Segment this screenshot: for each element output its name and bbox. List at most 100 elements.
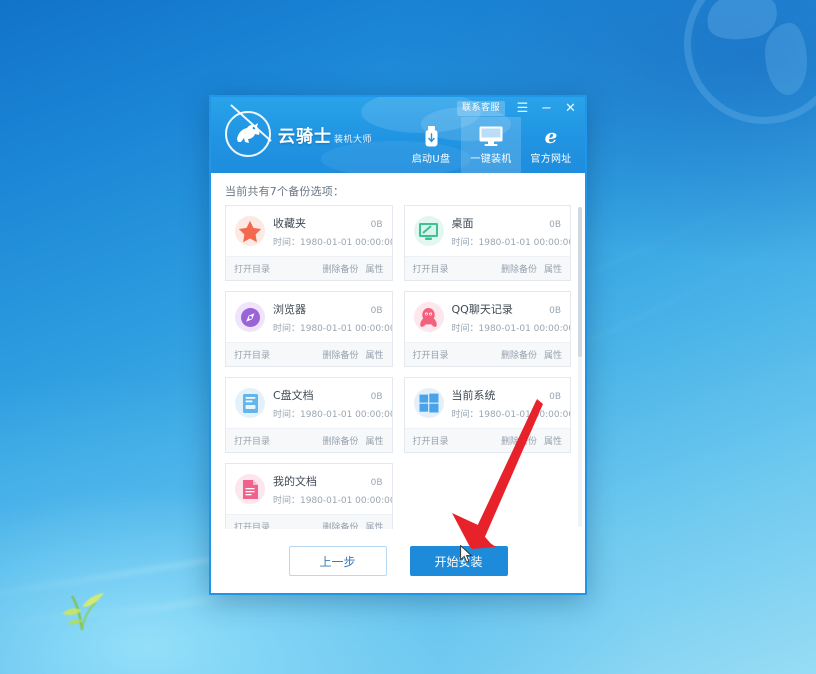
delete-backup-link[interactable]: 删除备份 <box>322 348 358 361</box>
backup-card-time: 时间：1980-01-01 00:00:00 <box>273 237 393 248</box>
backup-card-time: 时间：1980-01-01 00:00:00 <box>451 323 571 334</box>
star-favorites-icon <box>235 216 265 246</box>
nav-label: 启动U盘 <box>411 154 451 165</box>
backup-card-heading: 桌面 0B <box>452 215 562 231</box>
brand-logo: 云骑士 装机大师 <box>225 111 372 157</box>
backup-card-body: 我的文档 0B 时间：1980-01-01 00:00:00 <box>226 464 392 514</box>
backup-card-size: 0B <box>549 391 561 402</box>
brand-subtitle: 装机大师 <box>334 134 373 145</box>
delete-backup-link[interactable]: 删除备份 <box>322 262 358 275</box>
start-install-button[interactable]: 开始安装 <box>409 546 508 576</box>
open-directory-link[interactable]: 打开目录 <box>234 434 270 447</box>
grass-tuft-icon <box>62 593 104 631</box>
backup-card[interactable]: 当前系统 0B 时间：1980-01-01 00:00:00 打开目录 删除备份 属性 <box>403 377 571 453</box>
backup-card-size: 0B <box>549 305 561 316</box>
open-directory-link[interactable]: 打开目录 <box>413 262 449 275</box>
backup-card-title: 浏览器 <box>273 302 306 316</box>
internet-explorer-icon: e <box>540 125 562 147</box>
close-icon[interactable]: ✕ <box>564 102 577 115</box>
backup-card-info: 当前系统 0B 时间：1980-01-01 00:00:00 <box>451 387 571 420</box>
backup-card[interactable]: 收藏夹 0B 时间：1980-01-01 00:00:00 打开目录 删除备份 属性 <box>225 205 393 281</box>
backup-card-actions: 打开目录 删除备份 属性 <box>226 428 392 452</box>
backup-card-heading: QQ聊天记录 0B <box>452 301 562 317</box>
backup-cards-grid: 收藏夹 0B 时间：1980-01-01 00:00:00 打开目录 删除备份 属性 桌面 0… <box>225 205 571 529</box>
backup-card[interactable]: QQ聊天记录 0B 时间：1980-01-01 00:00:00 打开目录 删除备份 属性 <box>403 291 571 367</box>
backup-card-size: 0B <box>370 305 383 316</box>
backup-card-actions: 打开目录 删除备份 属性 <box>404 256 570 280</box>
delete-backup-link[interactable]: 删除备份 <box>501 348 537 361</box>
backup-card-body: 当前系统 0B 时间：1980-01-01 00:00:00 <box>405 378 571 428</box>
delete-backup-link[interactable]: 删除备份 <box>501 434 537 447</box>
delete-backup-link[interactable]: 删除备份 <box>322 434 358 447</box>
backup-card-heading: 当前系统 0B <box>452 387 562 403</box>
open-directory-link[interactable]: 打开目录 <box>234 262 270 275</box>
minimize-icon[interactable]: − <box>540 102 553 115</box>
backup-card-actions: 打开目录 删除备份 属性 <box>226 514 392 529</box>
brand-name: 云骑士 <box>278 126 332 147</box>
backup-card-size: 0B <box>370 219 383 230</box>
brand-text: 云骑士 装机大师 <box>278 122 372 147</box>
nav-item-official-website[interactable]: e 官方网址 <box>521 117 581 173</box>
nav-item-boot-usb[interactable]: 启动U盘 <box>401 117 461 173</box>
yunqishi-installer-window: 联系客服 ☰ − ✕ 云骑士 装机大师 启动U盘 一键装机 e 官方网址 当前共… <box>209 95 587 595</box>
backup-card-actions: 打开目录 删除备份 属性 <box>404 428 570 452</box>
properties-link[interactable]: 属性 <box>365 348 383 361</box>
properties-link[interactable]: 属性 <box>365 520 383 529</box>
backup-card-body: C盘文档 0B 时间：1980-01-01 00:00:00 <box>226 378 392 428</box>
backup-card-heading: 我的文档 0B <box>273 473 383 489</box>
backup-card-size: 0B <box>549 219 561 230</box>
backup-card-body: 浏览器 0B 时间：1980-01-01 00:00:00 <box>226 292 392 342</box>
contact-service-button[interactable]: 联系客服 <box>456 101 505 116</box>
backup-card-time: 时间：1980-01-01 00:00:00 <box>451 409 571 420</box>
open-directory-link[interactable]: 打开目录 <box>234 520 270 529</box>
backup-card-time: 时间：1980-01-01 00:00:00 <box>273 495 393 506</box>
scrollbar-thumb[interactable] <box>578 207 582 357</box>
desktop-monitor-icon <box>413 216 444 246</box>
open-directory-link[interactable]: 打开目录 <box>413 348 449 361</box>
backup-card[interactable]: 我的文档 0B 时间：1980-01-01 00:00:00 打开目录 删除备份 属性 <box>225 463 393 529</box>
open-directory-link[interactable]: 打开目录 <box>413 434 449 447</box>
scrollbar-track[interactable] <box>578 207 582 527</box>
browser-compass-icon <box>235 302 265 332</box>
backup-card-time: 时间：1980-01-01 00:00:00 <box>451 237 571 248</box>
backup-cards-scroll-area[interactable]: 收藏夹 0B 时间：1980-01-01 00:00:00 打开目录 删除备份 属性 桌面 0… <box>211 205 585 529</box>
backup-card-info: 收藏夹 0B 时间：1980-01-01 00:00:00 <box>273 215 393 248</box>
backup-card-actions: 打开目录 删除备份 属性 <box>404 342 570 366</box>
windows-logo-icon <box>413 388 444 418</box>
delete-backup-link[interactable]: 删除备份 <box>322 520 358 529</box>
backup-card-info: QQ聊天记录 0B 时间：1980-01-01 00:00:00 <box>451 301 571 334</box>
backup-card-info: 桌面 0B 时间：1980-01-01 00:00:00 <box>451 215 571 248</box>
backup-summary-text: 当前共有7个备份选项： <box>225 185 345 198</box>
properties-link[interactable]: 属性 <box>365 262 383 275</box>
backup-card-title: C盘文档 <box>273 388 314 402</box>
backup-card[interactable]: C盘文档 0B 时间：1980-01-01 00:00:00 打开目录 删除备份 属性 <box>225 377 393 453</box>
nav-item-one-click-install[interactable]: 一键装机 <box>461 117 521 173</box>
backup-card-info: 我的文档 0B 时间：1980-01-01 00:00:00 <box>273 473 393 506</box>
document-file-icon <box>235 388 265 418</box>
open-directory-link[interactable]: 打开目录 <box>234 348 270 361</box>
backup-card-time: 时间：1980-01-01 00:00:00 <box>273 409 393 420</box>
properties-link[interactable]: 属性 <box>544 434 562 447</box>
backup-card-body: 桌面 0B 时间：1980-01-01 00:00:00 <box>405 206 571 256</box>
properties-link[interactable]: 属性 <box>544 348 562 361</box>
backup-card[interactable]: 桌面 0B 时间：1980-01-01 00:00:00 打开目录 删除备份 属性 <box>403 205 571 281</box>
properties-link[interactable]: 属性 <box>544 262 562 275</box>
usb-drive-icon <box>425 125 438 147</box>
backup-card-info: C盘文档 0B 时间：1980-01-01 00:00:00 <box>273 387 393 420</box>
menu-icon[interactable]: ☰ <box>516 102 529 115</box>
backup-card-info: 浏览器 0B 时间：1980-01-01 00:00:00 <box>273 301 392 334</box>
properties-link[interactable]: 属性 <box>365 434 383 447</box>
delete-backup-link[interactable]: 删除备份 <box>501 262 537 275</box>
backup-card-heading: 收藏夹 0B <box>273 215 383 231</box>
svg-text:e: e <box>545 125 558 147</box>
globe-watermark-icon <box>684 0 816 124</box>
horse-rider-logo-icon <box>225 111 271 157</box>
backup-card-actions: 打开目录 删除备份 属性 <box>226 256 392 280</box>
backup-card-size: 0B <box>370 391 383 402</box>
monitor-icon <box>479 125 503 147</box>
previous-step-button[interactable]: 上一步 <box>288 546 387 576</box>
backup-card[interactable]: 浏览器 0B 时间：1980-01-01 00:00:00 打开目录 删除备份 属性 <box>225 291 393 367</box>
backup-card-title: 收藏夹 <box>273 216 306 230</box>
backup-card-heading: 浏览器 0B <box>273 301 383 317</box>
backup-card-heading: C盘文档 0B <box>273 387 383 403</box>
